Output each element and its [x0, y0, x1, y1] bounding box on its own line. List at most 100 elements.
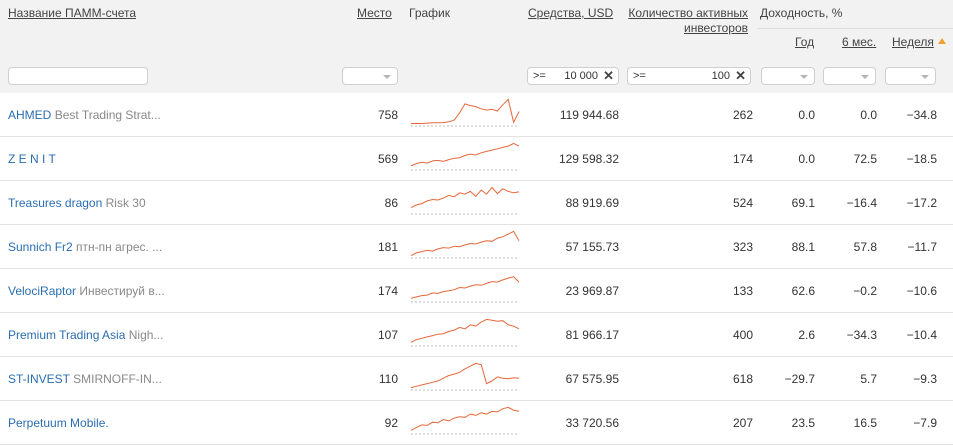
column-header-investors[interactable]: Количество активных инвесторов — [626, 6, 748, 36]
column-header-place[interactable]: Место — [357, 6, 392, 21]
sparkline-line — [410, 406, 520, 431]
investors-cell: 174 — [732, 152, 753, 166]
six-months-yield-cell: −16.4 — [846, 196, 877, 210]
strategy-name: птн-пн агрес. ... — [76, 240, 163, 254]
table-row[interactable]: Sunnich Fr2 птн-пн агрес. ... 181 57 155.7… — [0, 225, 953, 269]
account-name-link[interactable]: VelociRaptor — [8, 284, 76, 298]
chevron-down-icon — [861, 75, 869, 79]
name-filter-input[interactable] — [8, 67, 148, 85]
account-name-link[interactable]: ST-INVEST — [8, 372, 70, 386]
week-yield-cell: −10.4 — [906, 328, 937, 342]
week-yield-cell: −11.7 — [907, 240, 937, 254]
funds-filter-operator: >= — [533, 70, 546, 82]
strategy-name: Nigh... — [128, 328, 164, 342]
place-cell: 110 — [378, 372, 398, 386]
funds-cell: 81 966.17 — [565, 328, 619, 342]
investors-cell: 262 — [732, 108, 753, 122]
account-name-link[interactable]: Sunnich Fr2 — [8, 240, 73, 254]
table-row[interactable]: Perpetuum Mobile. 92 33 720.56 207 23.5 16.5 −… — [0, 401, 953, 445]
header-divider — [757, 28, 953, 29]
week-yield-cell: −9.3 — [913, 372, 937, 386]
six-months-yield-cell: 57.8 — [853, 240, 877, 254]
funds-filter-input[interactable]: >= 10 000 ✕ — [527, 67, 619, 85]
chevron-down-icon — [383, 75, 391, 79]
table-row[interactable]: Z E N I T 569 129 598.32 174 0.0 72.5 −18.5 — [0, 137, 953, 181]
six-months-yield-cell: −34.3 — [846, 328, 877, 342]
year-filter-select[interactable] — [761, 67, 815, 85]
account-name-link[interactable]: AHMED — [8, 108, 51, 122]
week-yield-cell: −10.6 — [906, 284, 937, 298]
column-header-six-months[interactable]: 6 мес. — [842, 35, 876, 50]
six-months-yield-cell: 5.7 — [860, 372, 877, 386]
account-name-cell: Treasures dragon Risk 30 — [8, 196, 146, 210]
table-row[interactable]: Premium Trading Asia Nigh... 107 81 966.17… — [0, 313, 953, 357]
clear-funds-filter-icon[interactable]: ✕ — [603, 68, 614, 84]
strategy-name: Инвестируй в... — [79, 284, 165, 298]
sparkline-line — [410, 276, 520, 299]
investors-cell: 207 — [732, 416, 753, 430]
column-header-week[interactable]: Неделя — [892, 35, 934, 50]
six-months-yield-cell: 0.0 — [860, 108, 877, 122]
table-row[interactable]: ST-INVEST SMIRNOFF-IN... 110 67 575.95 618 −… — [0, 357, 953, 401]
six-months-filter-select[interactable] — [823, 67, 876, 85]
six-months-yield-cell: 16.5 — [853, 416, 877, 430]
equity-sparkline — [410, 276, 520, 303]
investors-cell: 618 — [732, 372, 753, 386]
investors-cell: 323 — [732, 240, 753, 254]
equity-sparkline — [410, 318, 520, 347]
sparkline-line — [410, 186, 520, 209]
investors-filter-operator: >= — [633, 70, 646, 82]
place-cell: 569 — [377, 152, 398, 166]
account-name-cell: AHMED Best Trading Strat... — [8, 108, 161, 122]
account-name-link[interactable]: Premium Trading Asia — [8, 328, 125, 342]
place-filter-select[interactable] — [342, 67, 398, 85]
account-name-link[interactable]: Perpetuum Mobile. — [8, 416, 109, 430]
column-header-name[interactable]: Название ПАММ-счета — [8, 6, 136, 21]
funds-filter-value: 10 000 — [564, 70, 598, 82]
account-name-cell: Sunnich Fr2 птн-пн агрес. ... — [8, 240, 162, 254]
place-cell: 758 — [377, 108, 398, 122]
table-header: Название ПАММ-счета Место График Средств… — [0, 0, 953, 93]
six-months-yield-cell: −0.2 — [853, 284, 877, 298]
year-yield-cell: 0.0 — [798, 108, 815, 122]
equity-sparkline — [410, 186, 520, 215]
sparkline-line — [410, 362, 520, 389]
account-name-cell: ST-INVEST SMIRNOFF-IN... — [8, 372, 162, 386]
week-yield-cell: −18.5 — [906, 152, 937, 166]
strategy-name: Best Trading Strat... — [54, 108, 161, 122]
table-row[interactable]: Treasures dragon Risk 30 86 88 919.69 524 69… — [0, 181, 953, 225]
funds-cell: 57 155.73 — [565, 240, 619, 254]
column-header-graph: График — [409, 6, 450, 20]
investors-cell: 133 — [732, 284, 753, 298]
column-header-year[interactable]: Год — [795, 35, 814, 50]
funds-cell: 119 944.68 — [559, 108, 619, 122]
clear-investors-filter-icon[interactable]: ✕ — [735, 68, 746, 84]
sort-ascending-icon — [938, 38, 946, 44]
year-yield-cell: 2.6 — [798, 328, 815, 342]
sparkline-line — [410, 318, 520, 343]
chevron-down-icon — [800, 75, 808, 79]
table-row[interactable]: AHMED Best Trading Strat... 758 119 944.68… — [0, 93, 953, 137]
six-months-yield-cell: 72.5 — [853, 152, 877, 166]
investors-filter-input[interactable]: >= 100 ✕ — [627, 67, 751, 85]
year-yield-cell: 62.6 — [791, 284, 815, 298]
account-name-cell: Premium Trading Asia Nigh... — [8, 328, 163, 342]
equity-sparkline — [410, 98, 520, 127]
week-filter-select[interactable] — [885, 67, 936, 85]
column-header-yield-group: Доходность, % — [760, 6, 843, 20]
year-yield-cell: 69.1 — [791, 196, 815, 210]
account-name-link[interactable]: Treasures dragon — [8, 196, 102, 210]
year-yield-cell: −29.7 — [784, 372, 815, 386]
funds-cell: 88 919.69 — [565, 196, 619, 210]
place-cell: 92 — [384, 416, 398, 430]
investors-filter-value: 100 — [711, 70, 730, 82]
year-yield-cell: 88.1 — [791, 240, 815, 254]
sparkline-line — [410, 230, 520, 257]
account-name-cell: Perpetuum Mobile. — [8, 416, 109, 430]
table-row[interactable]: VelociRaptor Инвестируй в... 174 23 969.87… — [0, 269, 953, 313]
account-name-cell: Z E N I T — [8, 152, 56, 166]
column-header-funds[interactable]: Средства, USD — [528, 6, 613, 21]
week-yield-cell: −34.8 — [906, 108, 937, 122]
account-name-link[interactable]: Z E N I T — [8, 152, 56, 166]
place-cell: 174 — [377, 284, 398, 298]
